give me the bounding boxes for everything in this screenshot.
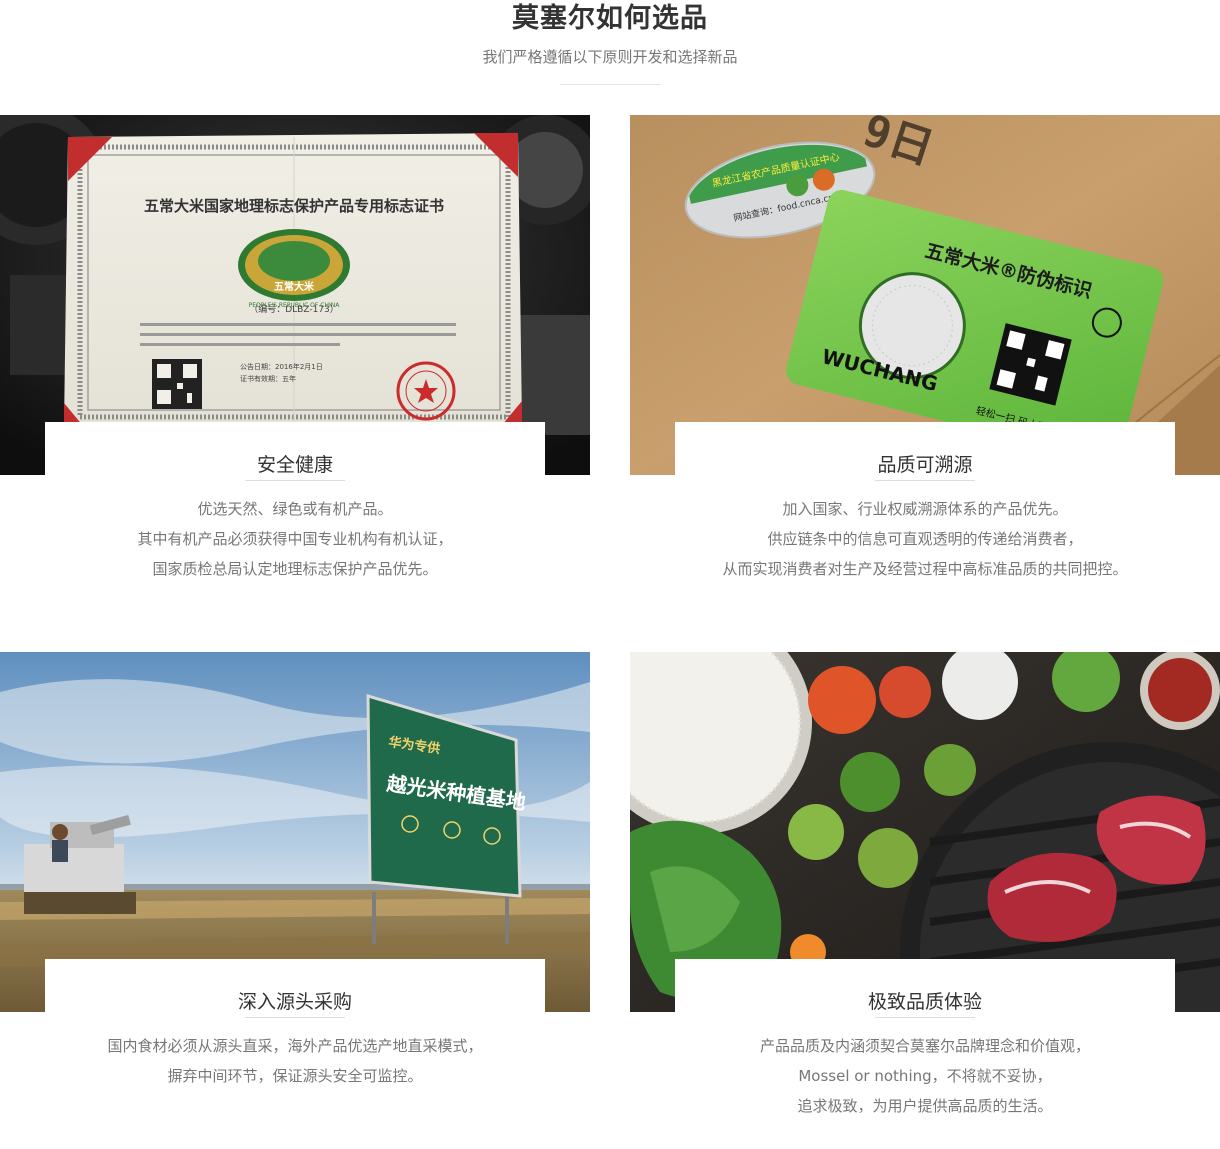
title-underline: [875, 480, 975, 481]
caption-box: 极致品质体验: [675, 959, 1175, 1019]
anti-counterfeit-label-photo: 9日 黑龙江省农产品质量认证中心 网站查询：food.cnca.cn 五常大米®…: [630, 115, 1220, 475]
card-description: 产品品质及内涵须契合莫塞尔品牌理念和价值观， Mossel or nothing…: [630, 1031, 1220, 1121]
desc-line: 从而实现消费者对生产及经营过程中高标准品质的共同把控。: [722, 560, 1128, 578]
desc-line: 国内食材必须从源头直采，海外产品优选产地直采模式，: [107, 1037, 483, 1055]
card-title: 极致品质体验: [867, 991, 982, 1013]
header-divider: [560, 84, 660, 85]
title-underline: [245, 1017, 345, 1018]
card-description: 国内食材必须从源头直采，海外产品优选产地直采模式， 摒弃中间环节，保证源头安全可…: [0, 1031, 590, 1091]
svg-text:证书有效期：五年: 证书有效期：五年: [240, 374, 296, 383]
card-description: 优选天然、绿色或有机产品。 其中有机产品必须获得中国专业机构有机认证， 国家质检…: [0, 494, 590, 584]
card-title: 深入源头采购: [237, 991, 352, 1013]
cert-title: 五常大米国家地理标志保护产品专用标志证书: [144, 197, 444, 215]
desc-line: 优选天然、绿色或有机产品。: [197, 500, 393, 518]
page-title: 莫塞尔如何选品: [512, 3, 708, 34]
card-description: 加入国家、行业权威溯源体系的产品优先。 供应链条中的信息可直观透明的传递给消费者…: [630, 494, 1220, 584]
desc-line: 加入国家、行业权威溯源体系的产品优先。: [782, 500, 1068, 518]
desc-line: 供应链条中的信息可直观透明的传递给消费者，: [767, 530, 1083, 548]
svg-text:公告日期：2016年2月1日: 公告日期：2016年2月1日: [240, 362, 323, 371]
desc-line: 其中有机产品必须获得中国专业机构有机认证，: [137, 530, 453, 548]
caption-box: 深入源头采购: [45, 959, 545, 1019]
desc-line: 追求极致，为用户提供高品质的生活。: [797, 1097, 1053, 1115]
desc-line: Mossel or nothing，不将就不妥协，: [798, 1067, 1052, 1085]
card-title: 安全健康: [256, 454, 333, 476]
pgi-certificate-photo: 五常大米国家地理标志保护产品专用标志证书 五常大米 PEOPLE'S REPUB…: [0, 115, 590, 475]
title-underline: [875, 1017, 975, 1018]
fresh-food-ingredients-photo: [630, 652, 1220, 1012]
card-title: 品质可溯源: [877, 454, 973, 476]
desc-line: 国家质检总局认定地理标志保护产品优先。: [152, 560, 438, 578]
svg-text:（编号：DLBZ-173）: （编号：DLBZ-173）: [249, 303, 339, 315]
title-underline: [245, 480, 345, 481]
caption-box: 安全健康: [45, 422, 545, 482]
desc-line: 产品品质及内涵须契合莫塞尔品牌理念和价值观，: [759, 1037, 1090, 1055]
caption-box: 品质可溯源: [675, 422, 1175, 482]
svg-text:五常大米: 五常大米: [274, 280, 315, 293]
desc-line: 摒弃中间环节，保证源头安全可监控。: [167, 1067, 423, 1085]
rice-field-billboard-photo: 华为专供 越光米种植基地: [0, 652, 590, 1012]
page-subtitle: 我们严格遵循以下原则开发和选择新品: [482, 48, 738, 66]
